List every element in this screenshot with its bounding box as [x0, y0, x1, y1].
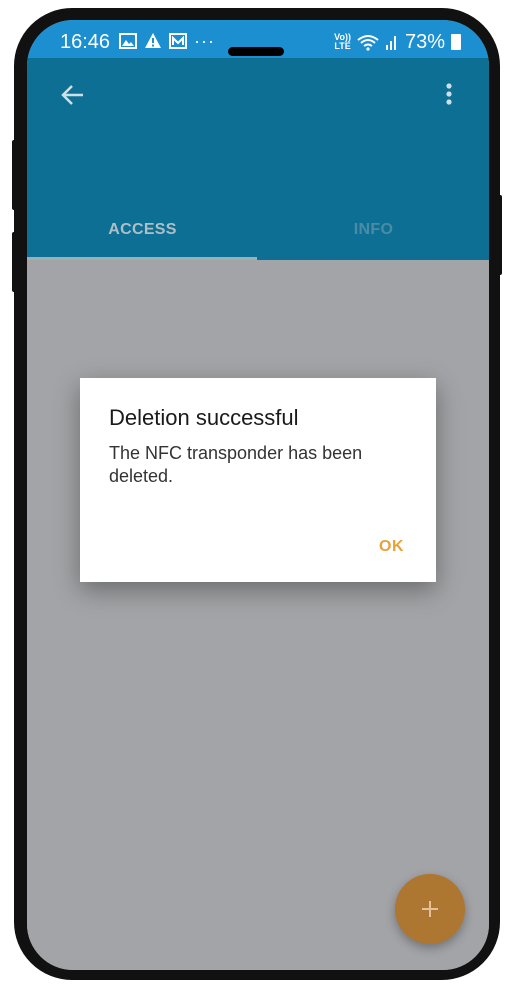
bixby-button — [12, 232, 16, 292]
dialog-title: Deletion successful — [109, 405, 299, 430]
wifi-icon — [357, 35, 379, 51]
camera-notch — [228, 47, 284, 56]
dialog-message: The NFC transponder has been deleted. — [109, 443, 363, 486]
system-icons: Vo)) LTE 73% — [334, 30, 461, 54]
app-bar: ACCESS INFO — [27, 58, 489, 260]
page: 16:46 ··· Vo)) LTE 73% ACCESS INFO Delet… — [0, 0, 508, 989]
back-arrow-icon[interactable] — [58, 80, 88, 110]
status-time: 16:46 — [60, 31, 111, 53]
volume-button — [12, 140, 16, 210]
lte-label: LTE — [334, 41, 351, 51]
power-button — [498, 195, 502, 275]
image-icon — [119, 33, 137, 49]
dimmed-content — [27, 260, 489, 970]
plus-icon — [422, 901, 438, 917]
warning-icon — [145, 33, 161, 48]
more-vert-icon[interactable] — [439, 80, 459, 110]
tab-access[interactable]: ACCESS — [27, 200, 258, 260]
mail-icon — [169, 33, 187, 49]
status-bar: 16:46 ··· Vo)) LTE 73% — [27, 20, 489, 58]
notification-icons: ··· — [119, 32, 215, 50]
tab-bar: ACCESS INFO — [27, 200, 489, 260]
ok-button[interactable]: OK — [379, 538, 404, 556]
volte-icon: Vo)) LTE — [334, 33, 351, 51]
deletion-dialog: Deletion successful The NFC transponder … — [80, 378, 436, 582]
battery-percent: 73% — [404, 31, 445, 53]
phone-screen: 16:46 ··· Vo)) LTE 73% ACCESS INFO Delet… — [27, 20, 489, 970]
more-notifications: ··· — [194, 31, 215, 51]
tab-info[interactable]: INFO — [258, 200, 489, 260]
battery-icon — [451, 34, 461, 50]
add-button[interactable] — [395, 874, 465, 944]
signal-icon — [385, 36, 396, 50]
